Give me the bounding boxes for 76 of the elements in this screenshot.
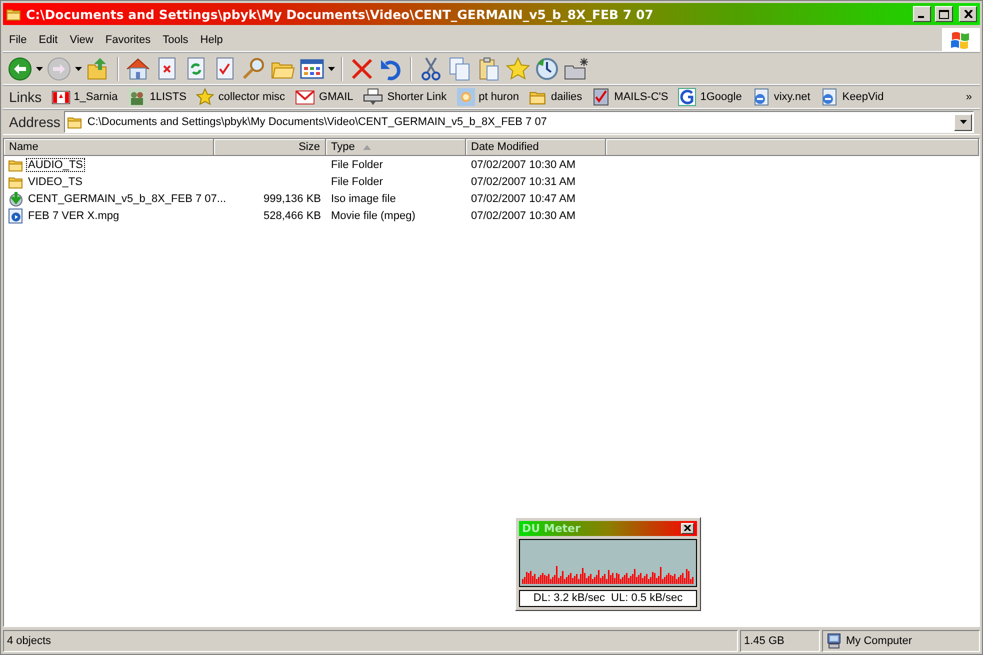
file-size: 999,136 KB [264, 192, 321, 204]
menu-item[interactable]: Edit [32, 34, 64, 46]
file-name[interactable]: VIDEO_TS [26, 174, 84, 188]
window-title: C:\Documents and Settings\pbyk\My Documents\Video\CENT_GERMAIN_v5_b_8X_FEB 7 07 [26, 6, 654, 22]
dropdown-button[interactable] [954, 114, 972, 130]
file-date: 07/02/2007 10:30 AM [471, 210, 576, 222]
sun-icon [456, 88, 475, 106]
arc-icon [678, 88, 696, 106]
links-label: Links [9, 89, 42, 105]
media-file-icon [8, 208, 24, 224]
column-header[interactable]: Size [214, 139, 326, 156]
maximize-icon [939, 10, 949, 18]
caret-icon[interactable] [75, 66, 82, 70]
menu-item[interactable]: View [64, 34, 100, 46]
file-name[interactable]: AUDIO_TS [26, 158, 86, 172]
status-zone: My Computer [846, 635, 912, 647]
close-button[interactable] [959, 6, 977, 22]
caret-icon[interactable] [328, 66, 335, 70]
more-links-chevron[interactable]: » [966, 91, 972, 103]
thumbnail-icon [128, 88, 146, 106]
computer-icon [826, 633, 842, 649]
close-icon [684, 525, 691, 532]
link-item[interactable]: 1Google [678, 88, 742, 106]
folder-sparkle-icon[interactable] [563, 56, 589, 82]
address-field[interactable]: C:\Documents and Settings\pbyk\My Documents\Video\CENT_GERMAIN_v5_b_8X_FEB 7 07 [64, 111, 974, 133]
file-date: 07/02/2007 10:31 AM [471, 176, 576, 188]
file-type: File Folder [331, 158, 383, 170]
envelope-icon [295, 90, 316, 104]
search-icon[interactable] [241, 56, 267, 82]
caret-icon [960, 120, 966, 124]
file-date: 07/02/2007 10:47 AM [471, 192, 576, 204]
menu-item[interactable]: Favorites [99, 34, 157, 46]
status-objects: 4 objects [3, 630, 738, 652]
star-icon[interactable] [505, 56, 531, 82]
menu-item[interactable]: Help [194, 34, 229, 46]
file-type: Movie file (mpeg) [331, 210, 416, 222]
history-icon[interactable] [534, 56, 560, 82]
flag-icon [52, 90, 70, 104]
column-header[interactable]: Date Modified [466, 139, 606, 156]
transfer-rate: DL: 3.2 kB/sec UL: 0.5 kB/sec [519, 590, 697, 607]
back-icon[interactable] [7, 56, 33, 82]
star-icon [196, 88, 214, 106]
home-icon[interactable] [125, 56, 151, 82]
file-date: 07/02/2007 10:30 AM [471, 158, 576, 170]
maximize-button[interactable] [935, 6, 953, 22]
link-item[interactable]: GMAIL [295, 90, 354, 104]
link-item[interactable]: 1_Sarnia [52, 90, 118, 104]
file-name[interactable]: CENT_GERMAIN_v5_b_8X_FEB 7 07... [26, 192, 228, 206]
link-item[interactable]: pt huron [456, 88, 519, 106]
address-label: Address [9, 114, 60, 130]
printer-icon [363, 88, 384, 106]
close-icon [964, 10, 972, 18]
link-item[interactable]: collector misc [196, 88, 286, 106]
web-page-icon [752, 88, 770, 106]
menu-item[interactable]: Tools [156, 34, 194, 46]
web-page-icon [820, 88, 838, 106]
link-item[interactable]: MAILS-C'S [592, 88, 668, 106]
caret-icon[interactable] [36, 66, 43, 70]
minimize-button[interactable] [913, 6, 931, 22]
meter-title: DU Meter [522, 522, 582, 535]
column-header[interactable]: Name [4, 139, 214, 156]
link-item[interactable]: 1LISTS [128, 88, 186, 106]
file-name[interactable]: FEB 7 VER X.mpg [26, 208, 122, 222]
link-item[interactable]: dailies [528, 88, 582, 106]
checklist-icon [592, 88, 610, 106]
file-type: File Folder [331, 176, 383, 188]
close-button[interactable] [681, 522, 694, 534]
disc-arrow-icon [8, 190, 24, 206]
link-item[interactable]: KeepVid [820, 88, 884, 106]
menu-item[interactable]: File [3, 34, 33, 46]
column-header[interactable]: Type [326, 139, 466, 156]
file-size: 528,466 KB [264, 210, 321, 222]
link-item[interactable]: vixy.net [752, 88, 810, 106]
file-type: Iso image file [331, 192, 396, 204]
link-item[interactable]: Shorter Link [363, 88, 447, 106]
status-size: 1.45 GB [740, 630, 820, 652]
